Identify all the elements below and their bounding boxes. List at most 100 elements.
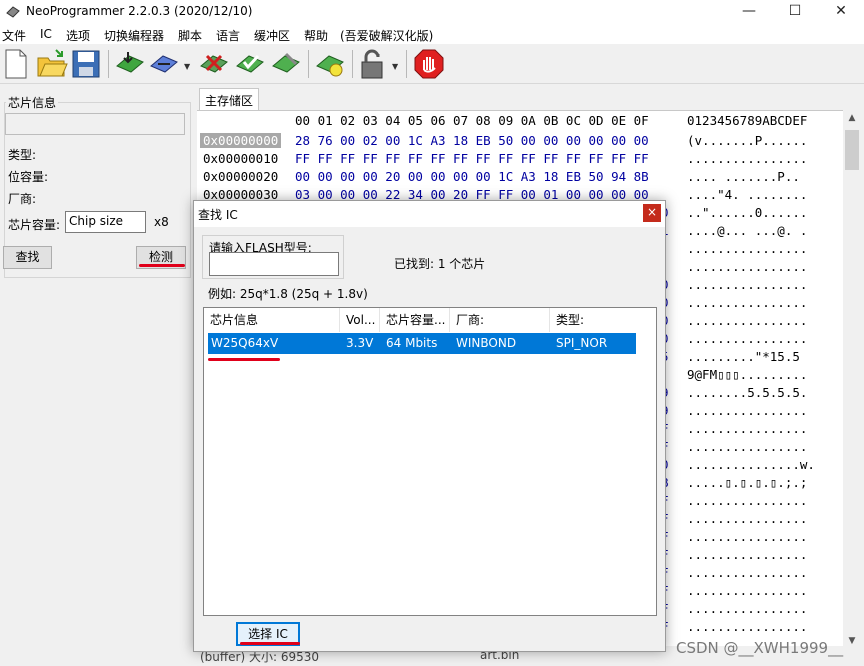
hex-ascii: ...."4. ........ (687, 187, 808, 202)
hex-ascii: .....▯.▯.▯.▯.;.; (687, 475, 808, 490)
window-title: NeoProgrammer 2.2.0.3 (2020/12/10) (26, 4, 253, 18)
menu-options[interactable]: 选项 (66, 27, 90, 44)
write-chip-icon[interactable] (148, 48, 180, 80)
find-button[interactable]: 查找 (3, 246, 52, 269)
hex-ascii: 9@FM▯▯▯......... (687, 367, 808, 382)
hex-row: 0x00000000 28 76 00 02 00 1C A3 18 EB 50… (197, 133, 807, 151)
scroll-up-icon[interactable]: ▲ (843, 110, 861, 127)
erase-chip-icon[interactable] (198, 48, 230, 80)
write-dropdown-icon[interactable]: ▼ (184, 62, 190, 71)
hex-row: 0x00000020 00 00 00 00 20 00 00 00 00 1C… (197, 169, 800, 187)
hex-address: 0x00000010 (203, 151, 279, 166)
voltage-cell: 3.3V (346, 336, 374, 350)
hex-ascii: ........."*15.5 (687, 349, 800, 364)
toolbar-separator (108, 50, 109, 78)
column-type[interactable]: 类型: (550, 308, 656, 332)
detect-annotation-underline (139, 264, 185, 267)
toolbar-separator (308, 50, 309, 78)
menu-language[interactable]: 语言 (216, 27, 240, 44)
watermark: CSDN @__XWH1999__ (676, 639, 844, 657)
verify-chip-icon[interactable] (270, 48, 302, 80)
hex-ascii: ....@... ...@. . (687, 223, 808, 238)
toolbar-separator (352, 50, 353, 78)
stop-icon[interactable] (413, 48, 445, 80)
hex-ascii: ................ (687, 241, 808, 256)
hex-ascii: ................ (687, 151, 808, 166)
hex-address: 0x00000000 (200, 133, 282, 148)
hex-ascii: .."......0...... (687, 205, 808, 220)
hex-ascii: ................ (687, 259, 808, 274)
hex-ascii: ........5.5.5.5. (687, 385, 808, 400)
hex-ascii: ................ (687, 529, 808, 544)
hex-scrollbar[interactable]: ▲ ▼ (843, 110, 861, 650)
hex-ascii: ................ (687, 511, 808, 526)
chip-size-field[interactable]: Chip size (65, 211, 146, 233)
scroll-thumb[interactable] (845, 130, 859, 170)
capacity-cell: 64 Mbits (386, 336, 438, 350)
read-chip-icon[interactable] (114, 48, 146, 80)
open-folder-icon[interactable] (36, 48, 68, 80)
toolbar: ▼ ▼ (0, 44, 864, 84)
hex-ascii: ................ (687, 295, 808, 310)
menu-buffer[interactable]: 缓冲区 (254, 27, 290, 44)
hex-ascii: ................ (687, 331, 808, 346)
auto-chip-icon[interactable] (314, 48, 346, 80)
type-label: 类型: (8, 148, 37, 162)
lock-icon[interactable] (356, 48, 388, 80)
dialog-close-button[interactable]: × (643, 204, 661, 222)
maximize-button[interactable]: ☐ (772, 0, 818, 24)
column-chip-info[interactable]: 芯片信息 (204, 308, 340, 332)
menu-ic[interactable]: IC (40, 27, 52, 41)
chip-info-panel: 芯片信息 类型: 位容量: 厂商: 芯片容量: Chip size x8 查找 … (0, 86, 196, 666)
hex-ascii: ................ (687, 565, 808, 580)
hex-ascii: ................ (687, 421, 808, 436)
hex-bytes: 28 76 00 02 00 1C A3 18 EB 50 00 00 00 0… (295, 133, 649, 148)
found-count: 已找到: 1 个芯片 (394, 257, 486, 271)
app-chip-icon (6, 6, 20, 18)
list-item[interactable]: W25Q64xV 3.3V 64 Mbits WINBOND SPI_NOR (208, 333, 636, 354)
hex-ascii: ................ (687, 277, 808, 292)
vendor-label: 厂商: (8, 192, 37, 206)
hex-ascii: ................ (687, 313, 808, 328)
flash-model-input[interactable] (209, 252, 339, 276)
menu-script[interactable]: 脚本 (178, 27, 202, 44)
vendor-cell: WINBOND (456, 336, 517, 350)
hex-ascii: ................ (687, 403, 808, 418)
menu-crack-note: (吾爱破解汉化版) (340, 29, 434, 43)
hex-bytes: 00 00 00 00 20 00 00 00 00 1C A3 18 EB 5… (295, 169, 649, 184)
menu-switch-programmer[interactable]: 切换编程器 (104, 27, 164, 44)
hex-ascii: ................ (687, 619, 808, 634)
minimize-button[interactable]: — (726, 0, 772, 24)
hex-address: 0x00000020 (203, 169, 279, 184)
dialog-title: 查找 IC (198, 208, 238, 222)
save-disk-icon[interactable] (70, 48, 102, 80)
menu-file[interactable]: 文件 (2, 27, 26, 44)
multiplier-label: x8 (154, 215, 169, 229)
new-file-icon[interactable] (0, 48, 32, 80)
find-ic-dialog: 查找 IC × 请输入FLASH型号: 已找到: 1 个芯片 例如: 25q*1… (193, 200, 666, 652)
ascii-column-header: 0123456789ABCDEF (687, 113, 808, 128)
select-annotation-underline (240, 642, 300, 645)
chip-name-box (5, 113, 185, 135)
column-voltage[interactable]: Vol... (340, 308, 380, 332)
hex-bytes: FF FF FF FF FF FF FF FF FF FF FF FF FF F… (295, 151, 649, 166)
chip-info-title: 芯片信息 (6, 94, 59, 111)
close-button[interactable]: ✕ (818, 0, 864, 24)
hex-ascii: (v.......P...... (687, 133, 808, 148)
toolbar-separator (406, 50, 407, 78)
lock-dropdown-icon[interactable]: ▼ (392, 62, 398, 71)
hex-ascii: ................ (687, 583, 808, 598)
hex-ascii: ................ (687, 439, 808, 454)
hex-ascii: ................ (687, 493, 808, 508)
type-cell: SPI_NOR (556, 336, 608, 350)
hex-column-header: 00 01 02 03 04 05 06 07 08 09 0A 0B 0C 0… (295, 113, 649, 128)
menu-help[interactable]: 帮助 (304, 27, 328, 44)
column-vendor[interactable]: 厂商: (450, 308, 550, 332)
tab-main-memory[interactable]: 主存储区 (199, 88, 259, 110)
blank-check-icon[interactable] (234, 48, 266, 80)
hex-ascii: ................ (687, 547, 808, 562)
chip-annotation-underline (208, 358, 280, 361)
chip-name-cell: W25Q64xV (211, 336, 279, 350)
ic-result-list[interactable]: 芯片信息 Vol... 芯片容量... 厂商: 类型: W25Q64xV 3.3… (203, 307, 657, 616)
column-capacity[interactable]: 芯片容量... (380, 308, 450, 332)
